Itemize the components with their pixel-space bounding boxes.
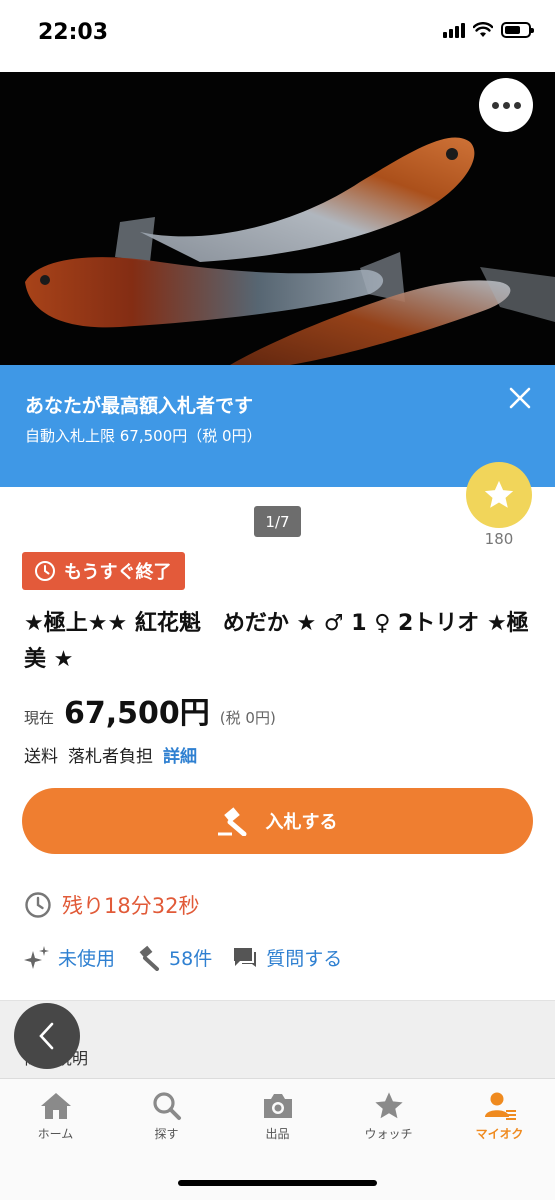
highest-bidder-banner: あなたが最高額入札者です 自動入札上限 67,500円（税 0円）	[0, 365, 555, 487]
price-row: 現在 67,500円 (税 0円)	[24, 688, 276, 732]
battery-icon	[501, 22, 534, 38]
bid-button[interactable]: 入札する	[22, 788, 533, 854]
sparkle-icon	[24, 945, 49, 969]
current-price: 67,500円	[64, 696, 210, 731]
tab-sell[interactable]: 出品	[222, 1091, 333, 1142]
tab-search[interactable]: 探す	[111, 1091, 222, 1142]
star-icon	[484, 480, 514, 508]
bid-count-item: 58件	[135, 944, 212, 971]
condition-label[interactable]: 未使用	[58, 944, 115, 971]
item-title: ★極上★★ 紅花魁 めだか ★ ♂ 1 ♀ 2トリオ ★極美 ★	[24, 611, 529, 672]
banner-title: あなたが最高額入札者です	[25, 395, 254, 417]
gavel-icon	[139, 945, 160, 971]
question-label[interactable]: 質問する	[266, 944, 342, 971]
condition-item: 未使用	[24, 944, 115, 971]
back-button[interactable]	[14, 1003, 80, 1069]
cellular-signal-icon	[443, 22, 465, 38]
status-bar: 22:03	[0, 0, 555, 72]
tab-my-auction-label: マイオク	[475, 1127, 524, 1141]
tab-sell-label: 出品	[265, 1127, 290, 1141]
status-icons	[443, 22, 534, 38]
search-icon	[152, 1092, 181, 1120]
watch-count: 180	[484, 530, 514, 548]
banner-auto-bid-limit: 自動入札上限 67,500円（税 0円）	[25, 427, 262, 445]
tab-watch-label: ウォッチ	[364, 1127, 413, 1141]
tab-home-label: ホーム	[37, 1127, 74, 1141]
fish-photo	[0, 72, 555, 365]
wifi-icon	[473, 22, 493, 37]
tab-watch[interactable]: ウォッチ	[333, 1091, 444, 1142]
shipping-row: 送料 落札者負担 詳細	[24, 742, 197, 767]
ending-soon-label: もうすぐ終了	[64, 562, 172, 583]
time-remaining-label: 残り18分32秒	[62, 894, 200, 918]
question-item: 質問する	[232, 944, 342, 971]
close-icon[interactable]	[503, 381, 537, 415]
clock-icon	[35, 561, 55, 581]
chevron-left-icon	[39, 1022, 54, 1050]
price-label: 現在	[24, 709, 55, 727]
tab-search-label: 探す	[154, 1127, 179, 1141]
gavel-icon	[217, 807, 246, 836]
camera-icon	[263, 1094, 292, 1118]
price-tax: (税 0円)	[219, 709, 276, 727]
clock-icon	[25, 892, 51, 918]
home-indicator	[178, 1180, 377, 1186]
user-icon	[484, 1092, 516, 1120]
bid-button-label: 入札する	[265, 812, 338, 833]
tab-my-auction[interactable]: マイオク	[444, 1091, 555, 1142]
status-time: 22:03	[38, 20, 109, 45]
item-meta-row: 未使用 58件 質問する	[24, 944, 362, 971]
shipping-label: 送料	[24, 747, 58, 767]
chat-icon	[234, 947, 257, 967]
image-pager: 1/7	[254, 506, 301, 537]
shipping-detail-link[interactable]: 詳細	[163, 742, 197, 767]
bid-count-label[interactable]: 58件	[169, 944, 212, 971]
star-icon	[374, 1092, 403, 1119]
item-photo[interactable]	[0, 72, 555, 365]
ending-soon-badge: もうすぐ終了	[22, 552, 186, 590]
more-options-button[interactable]	[479, 78, 533, 132]
tab-home[interactable]: ホーム	[0, 1091, 111, 1142]
time-remaining: 残り18分32秒	[24, 890, 199, 920]
shipping-value: 落札者負担	[68, 747, 153, 767]
watch-button[interactable]	[466, 462, 532, 528]
home-icon	[40, 1093, 71, 1119]
